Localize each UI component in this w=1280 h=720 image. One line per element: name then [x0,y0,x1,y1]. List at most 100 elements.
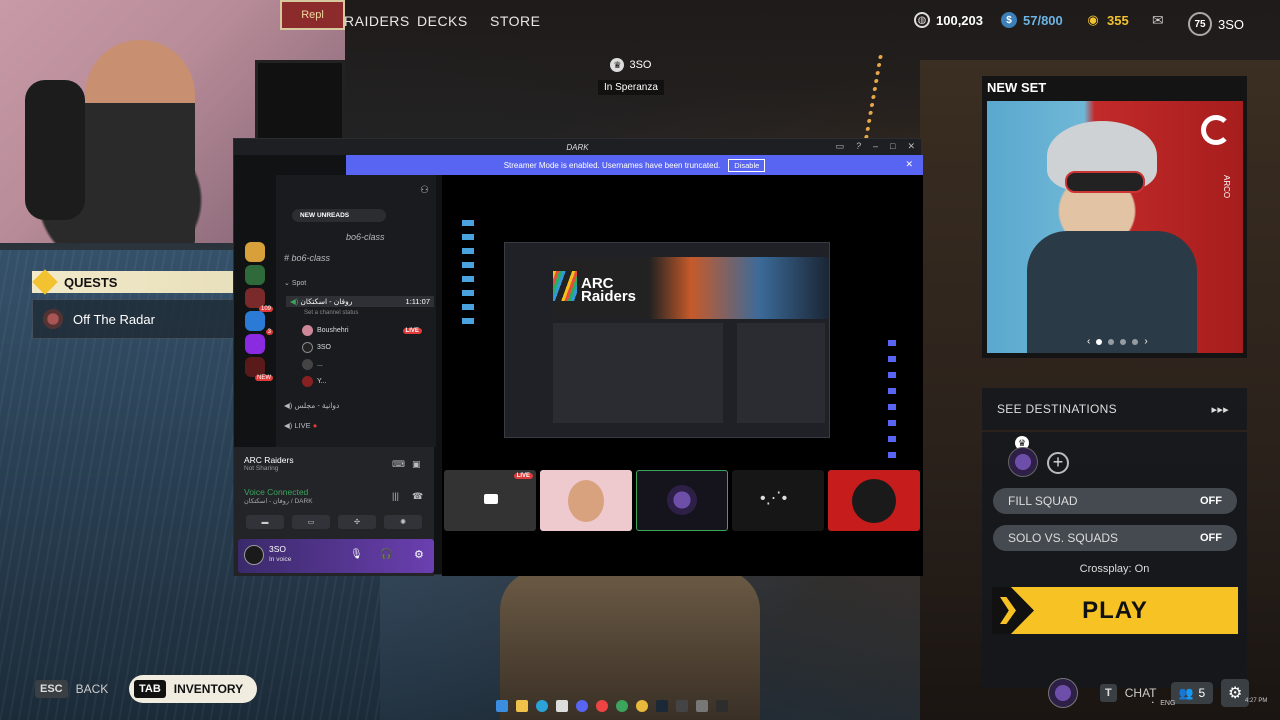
maximize-icon[interactable]: □ [890,141,895,152]
profile[interactable]: 75 3SO [1188,12,1244,36]
nav-store[interactable]: STORE [490,13,540,29]
screen-icon [484,494,498,504]
nav-raiders[interactable]: RAIDERS [344,13,410,29]
windows-taskbar [496,700,728,712]
quest-item-label: Off The Radar [73,311,155,327]
chevron-left-icon[interactable]: ‹ [1087,336,1090,347]
participant-tile[interactable] [828,470,920,531]
voice-channel[interactable]: ◀) دوانية - مجلس [284,401,339,410]
soundboard-button[interactable]: ✺ [384,515,422,529]
stream-activity[interactable]: ARC Raiders Not Sharing [244,455,294,472]
inventory-button[interactable]: TAB INVENTORY [129,675,257,703]
squad-panel: ♛ + FILL SQUAD OFF SOLO VS. SQUADS OFF C… [982,432,1247,688]
chevron-right-icon[interactable]: › [1144,336,1147,347]
server-icon[interactable]: 109 [245,288,273,312]
camera-button[interactable]: ▬ [246,515,284,529]
wifi-icon[interactable]: ◔ [1150,700,1154,707]
level-badge: 75 [1188,12,1212,36]
edge-icon[interactable] [536,700,548,712]
voice-panel: ARC Raiders Not Sharing ⌨ ▣ Voice Connec… [234,447,434,576]
participant-tile[interactable] [540,470,632,531]
t-key: T [1100,684,1117,702]
solo-vs-squads-toggle[interactable]: SOLO VS. SQUADS OFF [993,525,1237,551]
server-icon[interactable] [245,265,265,285]
chat-button[interactable]: CHAT [1125,686,1157,700]
language-indicator[interactable]: ENG [1160,700,1175,707]
set-status[interactable]: Set a channel status [304,310,358,316]
channel-bo6-1[interactable]: bo6-class [346,232,385,242]
quest-avatar-icon [43,309,63,329]
voice-user[interactable]: 3SO [302,342,331,353]
carousel-dot[interactable] [1132,338,1139,345]
see-destinations-button[interactable]: SEE DESTINATIONS ▸▸▸ [982,388,1247,430]
chrome-icon[interactable] [636,700,648,712]
share-screen-button[interactable]: ▭ [292,515,330,529]
start-icon[interactable] [496,700,508,712]
avatar [568,480,604,522]
carousel-dot[interactable] [1120,338,1127,345]
controller-icon[interactable]: ⌨ [392,459,405,470]
voice-user[interactable]: Y... [302,376,327,387]
participant-tile[interactable] [636,470,728,531]
headphones-icon[interactable]: 🎧 [380,549,392,560]
player-name-row: ♛ 3SO [598,58,664,72]
tokens-counter: ◉ 355 [1085,12,1128,28]
server-icon[interactable]: 3 [245,311,273,335]
nav-decks[interactable]: DECKS [417,13,468,29]
quests-header[interactable]: QUESTS [32,269,237,295]
steam-icon[interactable] [656,700,668,712]
close-icon[interactable]: ✕ [907,141,915,152]
app-icon[interactable] [596,700,608,712]
xbox-icon[interactable] [616,700,628,712]
participant-tile[interactable]: •⋰• [732,470,824,531]
discord-icon[interactable] [576,700,588,712]
obs-icon[interactable] [716,700,728,712]
settings-icon[interactable]: ⚙ [414,548,424,561]
voice-user[interactable]: Boushehri LIVE [302,325,422,336]
new-unreads-pill[interactable]: NEW UNREADS [292,209,386,222]
party-button[interactable]: 👥 5 [1170,682,1214,704]
microphone-icon[interactable]: 🎙 [350,549,363,560]
voice-channel-active[interactable]: ◀) روفان - اسكتكان 1:11:07 [286,296,434,307]
tokens-icon: ◉ [1087,12,1099,27]
inbox-icon[interactable]: ✉ [1152,12,1164,29]
activities-button[interactable]: ✣ [338,515,376,529]
help-icon[interactable]: ? [856,141,861,152]
clock[interactable]: 4:27 PM [1245,698,1267,705]
banner-close-icon[interactable]: ✕ [905,159,913,170]
server-icon[interactable]: NEW [245,357,273,381]
quest-item[interactable]: Off The Radar [32,299,237,339]
disconnect-icon[interactable]: ☎ [412,491,423,502]
avatar[interactable] [1048,678,1078,708]
fill-squad-toggle[interactable]: FILL SQUAD OFF [993,488,1237,514]
store-icon[interactable] [556,700,568,712]
voice-user[interactable]: ... [302,359,323,370]
wall-sign: Repl [280,0,345,30]
voice-channel-live[interactable]: ◀) LIVE ● [284,421,317,430]
add-friend-icon[interactable]: ⚇ [420,185,429,196]
carousel-dot[interactable] [1096,338,1103,345]
voice-connection[interactable]: Voice Connected روفان - اسكتكان / DARK [244,487,313,505]
minimize-icon[interactable]: – [873,141,878,152]
server-icon[interactable] [245,242,265,262]
noise-icon[interactable]: ||| [392,491,399,501]
server-icon[interactable] [245,334,265,354]
channel-bo6-2[interactable]: # bo6-class [284,253,330,263]
category-spot[interactable]: ⌄ Spot [284,279,306,287]
add-squad-member-button[interactable]: + [1047,452,1069,474]
play-button[interactable]: PLAY [992,587,1238,634]
solo-vs-squads-label: SOLO VS. SQUADS [1008,531,1119,545]
disable-button[interactable]: Disable [728,158,766,172]
new-set-card[interactable]: NEW SET ARCO ‹ › [982,76,1247,358]
app-icon[interactable] [696,700,708,712]
stream-view[interactable]: ARC Raiders LIVE •⋰• [442,175,923,576]
screen-share-icon[interactable]: ▣ [412,459,421,470]
squad-leader-avatar[interactable] [1008,447,1038,477]
file-explorer-icon[interactable] [516,700,528,712]
app-icon[interactable] [676,700,688,712]
carousel-dot[interactable] [1108,338,1115,345]
participant-tile[interactable]: LIVE [444,470,536,531]
avatar[interactable] [244,545,264,565]
back-action[interactable]: ESC BACK [35,680,108,698]
inbox-icon[interactable]: ▭ [835,141,844,152]
